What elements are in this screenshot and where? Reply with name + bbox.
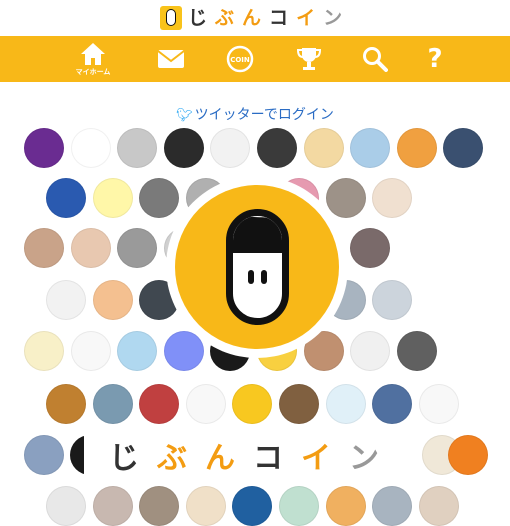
brand-char: じ (109, 441, 139, 476)
user-avatar[interactable] (326, 384, 366, 424)
user-avatar[interactable] (448, 435, 488, 475)
user-avatar[interactable] (257, 128, 297, 168)
user-avatar[interactable] (350, 331, 390, 371)
user-avatar[interactable] (210, 128, 250, 168)
user-avatar[interactable] (279, 384, 319, 424)
user-avatar[interactable] (326, 178, 366, 218)
user-avatar[interactable] (139, 384, 179, 424)
user-avatar[interactable] (46, 384, 86, 424)
user-avatar[interactable] (139, 486, 179, 526)
user-avatar[interactable] (372, 280, 412, 320)
user-avatar[interactable] (46, 280, 86, 320)
user-avatar[interactable] (24, 128, 64, 168)
user-avatar[interactable] (117, 128, 157, 168)
user-avatar[interactable] (24, 331, 64, 371)
user-avatar[interactable] (186, 384, 226, 424)
user-avatar[interactable] (46, 178, 86, 218)
user-avatar[interactable] (186, 486, 226, 526)
user-avatar[interactable] (350, 228, 390, 268)
jibuncoin-mascot-logo (166, 176, 348, 358)
user-avatar[interactable] (372, 178, 412, 218)
user-avatar[interactable] (419, 384, 459, 424)
brand-name: じぶんコイン (84, 432, 404, 478)
user-avatar[interactable] (350, 128, 390, 168)
user-avatar[interactable] (24, 228, 64, 268)
user-avatar[interactable] (443, 128, 483, 168)
user-avatar[interactable] (71, 128, 111, 168)
user-avatar[interactable] (139, 178, 179, 218)
user-avatar[interactable] (326, 486, 366, 526)
brand-char: ン (349, 441, 379, 476)
brand-char: コ (253, 441, 283, 476)
user-avatar[interactable] (397, 128, 437, 168)
user-avatar[interactable] (46, 486, 86, 526)
user-avatar[interactable] (93, 280, 133, 320)
user-avatar[interactable] (304, 128, 344, 168)
user-avatar[interactable] (372, 384, 412, 424)
user-avatar[interactable] (93, 178, 133, 218)
user-avatar[interactable] (117, 331, 157, 371)
user-avatar[interactable] (232, 384, 272, 424)
user-avatar[interactable] (279, 486, 319, 526)
user-avatar[interactable] (397, 331, 437, 371)
user-avatar[interactable] (71, 331, 111, 371)
user-avatar[interactable] (117, 228, 157, 268)
brand-char: イ (301, 441, 331, 476)
user-avatar[interactable] (71, 228, 111, 268)
user-avatar[interactable] (93, 486, 133, 526)
brand-char: ぶ (157, 441, 187, 476)
user-avatar[interactable] (372, 486, 412, 526)
brand-char: ん (205, 441, 235, 476)
user-avatar[interactable] (93, 384, 133, 424)
user-avatar[interactable] (24, 435, 64, 475)
user-avatar[interactable] (419, 486, 459, 526)
user-avatar[interactable] (164, 128, 204, 168)
user-avatar[interactable] (232, 486, 272, 526)
